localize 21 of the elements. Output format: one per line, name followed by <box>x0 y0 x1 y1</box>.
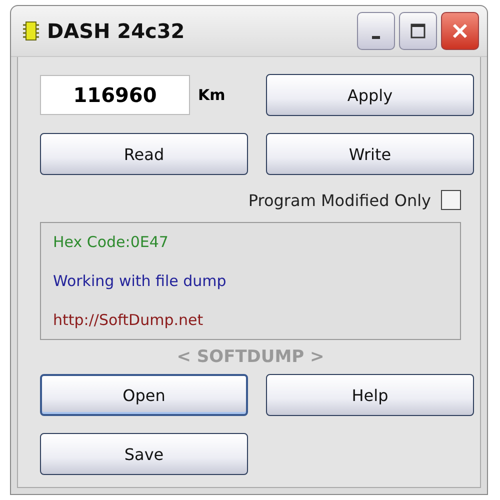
minimize-icon <box>372 36 380 38</box>
maximize-button[interactable] <box>399 12 437 50</box>
log-line: http://SoftDump.net <box>53 310 204 329</box>
checkbox-label: Program Modified Only <box>248 190 431 210</box>
action-button[interactable]: Save <box>40 433 248 475</box>
action-button[interactable]: Apply <box>266 74 474 116</box>
action-button[interactable]: Write <box>266 133 474 175</box>
log-line: Hex Code:0E47 <box>53 233 170 252</box>
window-title: DASH 24c32 <box>47 19 185 43</box>
close-icon <box>451 22 469 40</box>
mileage-field[interactable]: 116960 <box>40 75 190 115</box>
unit-label: Km <box>198 86 226 104</box>
action-button[interactable]: Open <box>40 374 248 416</box>
maximize-icon <box>410 23 426 39</box>
log-line: Working with file dump <box>53 272 228 290</box>
close-button[interactable] <box>441 12 479 50</box>
action-button[interactable]: Read <box>40 133 248 175</box>
action-button[interactable]: Help <box>266 374 474 416</box>
checkbox[interactable] <box>441 190 461 210</box>
chip-icon <box>23 21 39 41</box>
brand-label: < SOFTDUMP > <box>176 347 324 367</box>
